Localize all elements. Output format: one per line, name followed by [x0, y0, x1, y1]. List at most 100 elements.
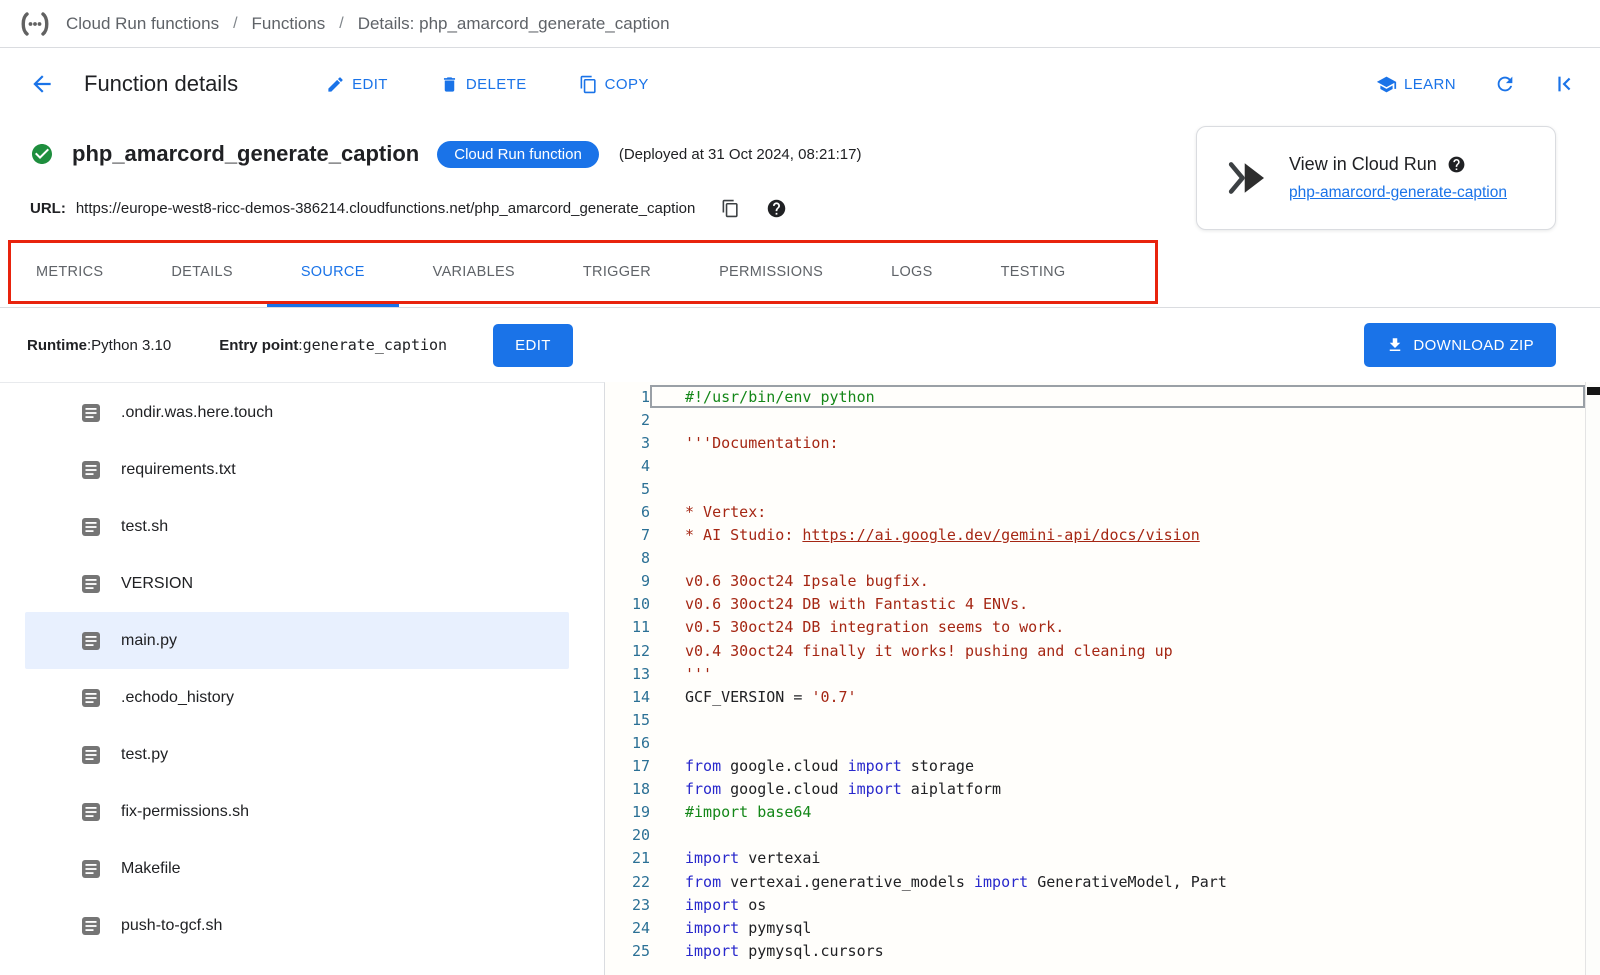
file-name: VERSION	[121, 575, 193, 593]
breadcrumb-functions[interactable]: Functions	[252, 14, 326, 34]
pencil-icon	[326, 75, 345, 94]
edit-source-button[interactable]: EDIT	[493, 324, 573, 367]
line-number: 10	[605, 595, 650, 613]
code-line[interactable]: 4	[605, 454, 1600, 477]
line-number: 21	[605, 849, 650, 867]
download-zip-label: DOWNLOAD ZIP	[1413, 337, 1534, 354]
copy-function-button[interactable]: COPY	[579, 75, 649, 94]
breadcrumb: Cloud Run functions / Functions / Detail…	[0, 0, 1600, 48]
edit-function-button[interactable]: EDIT	[326, 75, 388, 94]
code-line[interactable]: 1#!/usr/bin/env python	[605, 385, 1600, 408]
code-line[interactable]: 2	[605, 408, 1600, 431]
tab-metrics[interactable]: METRICS	[2, 240, 137, 307]
code-text: import pymysql.cursors	[650, 942, 1585, 960]
file-row[interactable]: .echodo_history	[25, 669, 569, 726]
line-number: 20	[605, 826, 650, 844]
code-line[interactable]: 21import vertexai	[605, 847, 1600, 870]
collapse-panel-button[interactable]	[1554, 73, 1576, 95]
code-line[interactable]: 17from google.cloud import storage	[605, 755, 1600, 778]
line-number: 19	[605, 803, 650, 821]
tab-logs[interactable]: LOGS	[857, 240, 967, 307]
code-text: v0.6 30oct24 Ipsale bugfix.	[650, 572, 1585, 590]
file-icon	[81, 574, 101, 594]
learn-button[interactable]: LEARN	[1376, 74, 1456, 95]
entry-point-value: generate_caption	[303, 336, 448, 354]
file-row[interactable]: test.sh	[25, 498, 569, 555]
copy-url-button[interactable]	[721, 199, 740, 218]
code-line[interactable]: 14GCF_VERSION = '0.7'	[605, 685, 1600, 708]
tab-bar: METRICSDETAILSSOURCEVARIABLESTRIGGERPERM…	[0, 240, 1600, 307]
tab-variables[interactable]: VARIABLES	[399, 240, 549, 307]
code-text: import os	[650, 896, 1585, 914]
code-text: * Vertex:	[650, 503, 1585, 521]
code-text: * AI Studio: https://ai.google.dev/gemin…	[650, 526, 1585, 544]
cloud-run-icon	[1227, 161, 1267, 195]
file-icon	[81, 403, 101, 423]
delete-function-button[interactable]: DELETE	[440, 75, 527, 94]
code-line[interactable]: 8	[605, 547, 1600, 570]
tab-testing[interactable]: TESTING	[967, 240, 1100, 307]
download-zip-button[interactable]: DOWNLOAD ZIP	[1364, 323, 1556, 367]
code-line[interactable]: 24import pymysql	[605, 916, 1600, 939]
code-area: 1#!/usr/bin/env python23'''Documentation…	[605, 385, 1600, 962]
file-row[interactable]: requirements.txt	[25, 441, 569, 498]
code-editor[interactable]: 1#!/usr/bin/env python23'''Documentation…	[605, 382, 1600, 975]
file-name: .echodo_history	[121, 689, 234, 707]
file-row[interactable]: main.py	[25, 612, 569, 669]
line-number: 12	[605, 642, 650, 660]
file-list: .ondir.was.here.touch requirements.txt t…	[0, 382, 605, 975]
line-number: 8	[605, 549, 650, 567]
code-line[interactable]: 20	[605, 824, 1600, 847]
file-row[interactable]: push-to-gcf.sh	[25, 897, 569, 954]
code-line[interactable]: 22from vertexai.generative_models import…	[605, 870, 1600, 893]
function-name: php_amarcord_generate_caption	[72, 141, 419, 167]
file-row[interactable]: .ondir.was.here.touch	[25, 384, 569, 441]
tab-details[interactable]: DETAILS	[137, 240, 266, 307]
code-line[interactable]: 25import pymysql.cursors	[605, 939, 1600, 962]
cloud-run-service-link[interactable]: php-amarcord-generate-caption	[1289, 184, 1507, 202]
line-number: 23	[605, 896, 650, 914]
line-number: 17	[605, 757, 650, 775]
code-line[interactable]: 3'''Documentation:	[605, 431, 1600, 454]
editor-scrollbar[interactable]	[1585, 382, 1600, 975]
url-help-icon[interactable]	[766, 198, 787, 219]
code-line[interactable]: 10v0.6 30oct24 DB with Fantastic 4 ENVs.	[605, 593, 1600, 616]
breadcrumb-app[interactable]: Cloud Run functions	[66, 14, 219, 34]
tab-trigger[interactable]: TRIGGER	[549, 240, 685, 307]
file-name: fix-permissions.sh	[121, 803, 249, 821]
code-line[interactable]: 18from google.cloud import aiplatform	[605, 778, 1600, 801]
edit-source-label: EDIT	[515, 337, 551, 354]
code-line[interactable]: 6* Vertex:	[605, 500, 1600, 523]
code-line[interactable]: 11v0.5 30oct24 DB integration seems to w…	[605, 616, 1600, 639]
file-row[interactable]: fix-permissions.sh	[25, 783, 569, 840]
back-button[interactable]	[22, 64, 62, 104]
file-row[interactable]: VERSION	[25, 555, 569, 612]
code-line[interactable]: 13'''	[605, 662, 1600, 685]
function-header: php_amarcord_generate_caption Cloud Run …	[0, 120, 1600, 240]
page-title: Function details	[84, 71, 238, 97]
code-line[interactable]: 7* AI Studio: https://ai.google.dev/gemi…	[605, 524, 1600, 547]
scrollbar-thumb[interactable]	[1587, 387, 1600, 395]
file-name: requirements.txt	[121, 461, 236, 479]
code-line[interactable]: 5	[605, 477, 1600, 500]
file-row[interactable]: test.py	[25, 726, 569, 783]
code-line[interactable]: 15	[605, 708, 1600, 731]
code-line[interactable]: 23import os	[605, 893, 1600, 916]
code-line[interactable]: 16	[605, 731, 1600, 754]
cloud-run-help-icon[interactable]	[1447, 155, 1466, 174]
file-icon	[81, 688, 101, 708]
code-line[interactable]: 19#import base64	[605, 801, 1600, 824]
code-line[interactable]: 9v0.6 30oct24 Ipsale bugfix.	[605, 570, 1600, 593]
cloud-run-card-title: View in Cloud Run	[1289, 154, 1437, 175]
file-name: .ondir.was.here.touch	[121, 404, 273, 422]
file-icon	[81, 802, 101, 822]
code-line[interactable]: 12v0.4 30oct24 finally it works! pushing…	[605, 639, 1600, 662]
tab-source[interactable]: SOURCE	[267, 240, 399, 307]
tab-permissions[interactable]: PERMISSIONS	[685, 240, 857, 307]
code-text: '''	[650, 665, 1585, 683]
file-row[interactable]: Makefile	[25, 840, 569, 897]
download-icon	[1386, 336, 1404, 354]
line-number: 4	[605, 457, 650, 475]
code-text: from google.cloud import storage	[650, 757, 1585, 775]
refresh-button[interactable]	[1494, 73, 1516, 95]
